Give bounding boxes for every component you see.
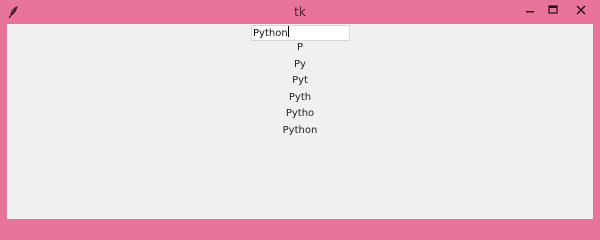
close-button[interactable] xyxy=(563,0,599,22)
entry-value: Python xyxy=(253,28,288,39)
label-1: P xyxy=(296,42,304,53)
label-3: Pyt xyxy=(292,75,308,86)
label-2: Py xyxy=(294,58,306,70)
text-caret xyxy=(287,26,289,37)
minimize-button[interactable] xyxy=(518,0,542,22)
label-6: Python xyxy=(282,124,318,136)
label-list: P Py Pyt Pyth Pytho Python xyxy=(7,40,593,139)
app-window: tk Python P Py Pyt Pyth Pytho Python xyxy=(0,0,600,226)
text-entry[interactable]: Python xyxy=(251,25,350,41)
label-5: Pytho xyxy=(285,108,315,119)
window-title: tk xyxy=(294,5,306,19)
label-4: Pyth xyxy=(288,91,312,103)
maximize-button[interactable] xyxy=(541,0,565,22)
window-client-area: Python P Py Pyt Pyth Pytho Python xyxy=(7,24,593,219)
title-bar[interactable]: tk xyxy=(0,0,600,24)
